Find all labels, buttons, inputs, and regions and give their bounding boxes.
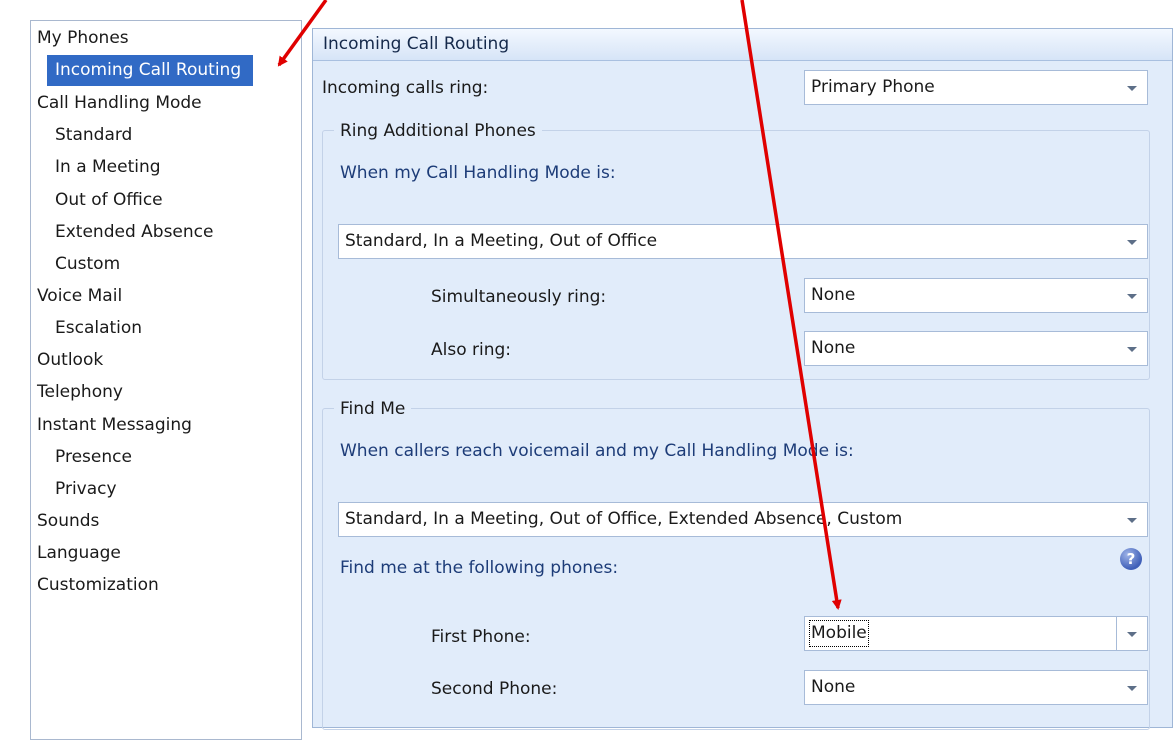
nav-incoming-call-routing[interactable]: Incoming Call Routing bbox=[47, 55, 254, 86]
also-ring-dropdown[interactable]: None bbox=[804, 331, 1148, 366]
help-icon[interactable]: ? bbox=[1120, 548, 1142, 570]
simultaneously-ring-value: None bbox=[811, 285, 856, 305]
chevron-down-icon[interactable] bbox=[1117, 225, 1147, 258]
nav-out-of-office[interactable]: Out of Office bbox=[55, 185, 163, 216]
ring-call-handling-mode-value: Standard, In a Meeting, Out of Office bbox=[345, 231, 658, 251]
also-ring-label: Also ring: bbox=[431, 340, 512, 360]
nav-call-handling-mode[interactable]: Call Handling Mode bbox=[37, 88, 202, 119]
panel-title: Incoming Call Routing bbox=[313, 29, 1172, 61]
nav-voice-mail[interactable]: Voice Mail bbox=[37, 281, 122, 312]
nav-my-phones[interactable]: My Phones bbox=[37, 23, 129, 54]
options-navigation-tree: My Phones Incoming Call Routing Call Han… bbox=[30, 20, 302, 740]
chevron-down-icon[interactable] bbox=[1117, 71, 1147, 104]
incoming-calls-ring-value: Primary Phone bbox=[811, 77, 935, 97]
ring-additional-phones-title: Ring Additional Phones bbox=[334, 120, 542, 142]
chevron-down-icon[interactable] bbox=[1117, 503, 1147, 536]
nav-instant-messaging[interactable]: Instant Messaging bbox=[37, 410, 192, 441]
nav-in-a-meeting[interactable]: In a Meeting bbox=[55, 152, 161, 183]
find-me-call-handling-mode-value: Standard, In a Meeting, Out of Office, E… bbox=[345, 509, 903, 529]
nav-customization[interactable]: Customization bbox=[37, 570, 159, 601]
chevron-down-icon[interactable] bbox=[1117, 279, 1147, 312]
find-me-phones-label: Find me at the following phones: bbox=[340, 558, 619, 578]
incoming-calls-ring-label: Incoming calls ring: bbox=[322, 78, 489, 98]
also-ring-value: None bbox=[811, 338, 856, 358]
ring-mode-label: When my Call Handling Mode is: bbox=[340, 163, 616, 183]
nav-presence[interactable]: Presence bbox=[55, 442, 132, 473]
nav-language[interactable]: Language bbox=[37, 538, 121, 569]
nav-standard[interactable]: Standard bbox=[55, 120, 132, 151]
chevron-down-icon[interactable] bbox=[1117, 671, 1147, 704]
nav-telephony[interactable]: Telephony bbox=[37, 377, 123, 408]
first-phone-dropdown[interactable]: Mobile bbox=[804, 616, 1148, 651]
find-me-mode-label: When callers reach voicemail and my Call… bbox=[340, 441, 854, 461]
nav-escalation[interactable]: Escalation bbox=[55, 313, 142, 344]
nav-custom[interactable]: Custom bbox=[55, 249, 120, 280]
chevron-down-icon[interactable] bbox=[1116, 617, 1147, 650]
second-phone-value: None bbox=[811, 677, 856, 697]
nav-outlook[interactable]: Outlook bbox=[37, 345, 103, 376]
simultaneously-ring-label: Simultaneously ring: bbox=[431, 287, 607, 307]
incoming-calls-ring-dropdown[interactable]: Primary Phone bbox=[804, 70, 1148, 105]
simultaneously-ring-dropdown[interactable]: None bbox=[804, 278, 1148, 313]
find-me-title: Find Me bbox=[334, 398, 412, 420]
first-phone-value: Mobile bbox=[809, 620, 869, 647]
find-me-call-handling-mode-dropdown[interactable]: Standard, In a Meeting, Out of Office, E… bbox=[338, 502, 1148, 537]
nav-extended-absence[interactable]: Extended Absence bbox=[55, 217, 213, 248]
second-phone-label: Second Phone: bbox=[431, 679, 558, 699]
nav-privacy[interactable]: Privacy bbox=[55, 474, 117, 505]
first-phone-label: First Phone: bbox=[431, 627, 531, 647]
ring-call-handling-mode-dropdown[interactable]: Standard, In a Meeting, Out of Office bbox=[338, 224, 1148, 259]
chevron-down-icon[interactable] bbox=[1117, 332, 1147, 365]
nav-sounds[interactable]: Sounds bbox=[37, 506, 99, 537]
second-phone-dropdown[interactable]: None bbox=[804, 670, 1148, 705]
